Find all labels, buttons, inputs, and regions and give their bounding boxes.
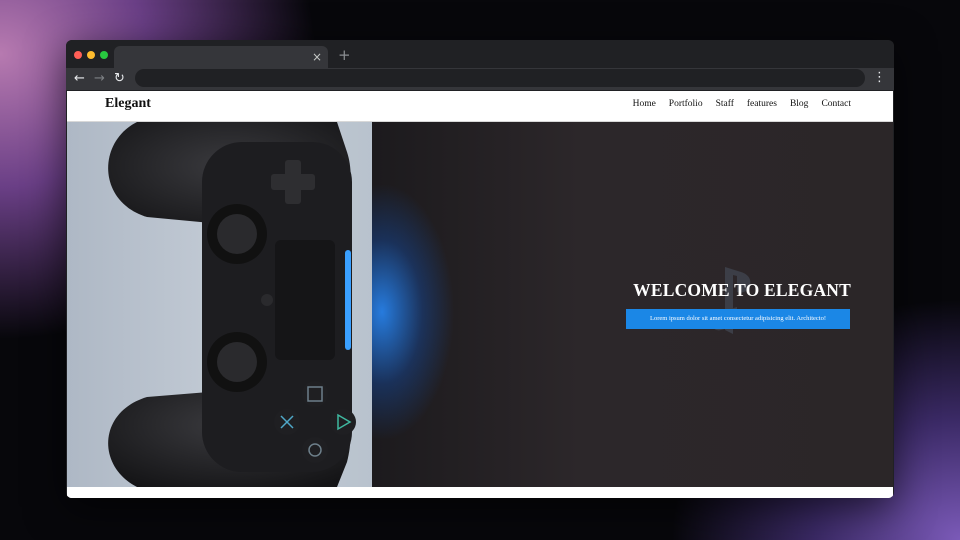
- address-bar[interactable]: [135, 69, 865, 87]
- browser-tab[interactable]: ×: [114, 46, 328, 68]
- playstation-logo: [707, 267, 764, 334]
- page-viewport: Elegant Home Portfolio Staff features Bl…: [67, 91, 893, 498]
- new-tab-icon[interactable]: +: [338, 46, 351, 64]
- site-menu: Home Portfolio Staff features Blog Conta…: [633, 99, 851, 109]
- site-navbar: Elegant Home Portfolio Staff features Bl…: [67, 91, 893, 122]
- close-window-button[interactable]: [74, 51, 82, 59]
- hero-section: WELCOME TO ELEGANT Lorem ipsum dolor sit…: [67, 122, 893, 487]
- back-arrow-icon[interactable]: ←: [74, 69, 85, 89]
- game-controller-image: [108, 122, 356, 487]
- hero-background-console: [372, 122, 893, 487]
- nav-link-contact[interactable]: Contact: [821, 99, 851, 109]
- nav-link-staff[interactable]: Staff: [716, 99, 734, 109]
- nav-link-blog[interactable]: Blog: [790, 99, 808, 109]
- hero-title: WELCOME TO ELEGANT: [633, 280, 851, 300]
- forward-arrow-icon[interactable]: →: [94, 69, 105, 89]
- page-bottom-strip: [67, 487, 893, 498]
- nav-link-home[interactable]: Home: [633, 99, 656, 109]
- nav-link-portfolio[interactable]: Portfolio: [669, 99, 703, 109]
- browser-menu-icon[interactable]: ⋮: [873, 68, 886, 88]
- close-tab-icon[interactable]: ×: [312, 49, 322, 65]
- tab-strip: × +: [66, 40, 894, 68]
- nav-link-features[interactable]: features: [747, 99, 777, 109]
- site-logo[interactable]: Elegant: [105, 96, 151, 112]
- reload-icon[interactable]: ↻: [114, 69, 125, 89]
- browser-window: × + ← → ↻ ⋮ Elegant Home Portfolio Staff…: [66, 40, 894, 498]
- minimize-window-button[interactable]: [87, 51, 95, 59]
- zoom-window-button[interactable]: [100, 51, 108, 59]
- browser-toolbar: ← → ↻ ⋮: [66, 68, 894, 90]
- window-controls: [74, 51, 108, 59]
- hero-cta-button[interactable]: Lorem ipsum dolor sit amet consectetur a…: [626, 309, 850, 329]
